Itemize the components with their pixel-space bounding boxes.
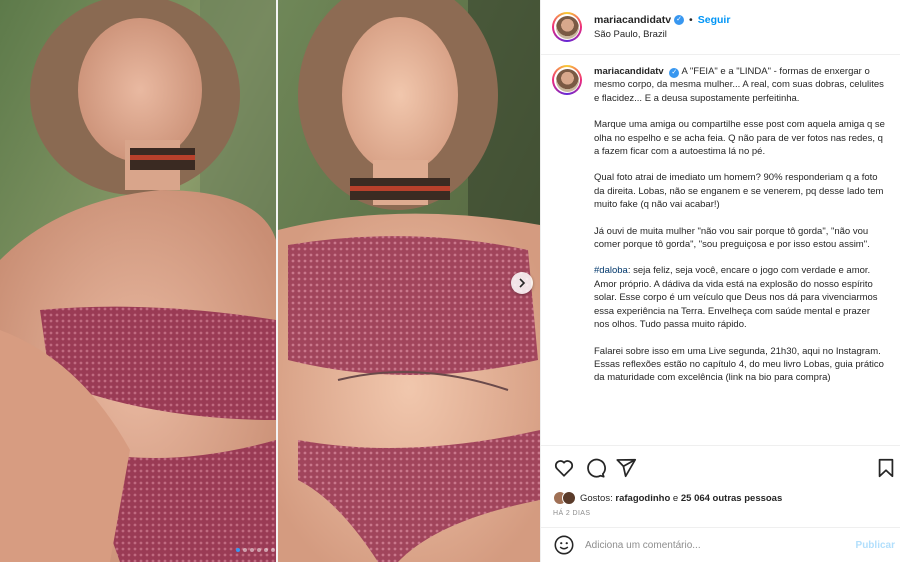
post-header: mariacandidatv ✓ • Seguir São Paulo, Bra… xyxy=(541,0,900,55)
avatar-image xyxy=(555,68,579,92)
action-bar: Gostos: rafagodinho e 25 064 outras pess… xyxy=(541,445,900,517)
verified-badge-icon: ✓ xyxy=(669,68,680,78)
comments-area[interactable]: mariacandidatv ✓ A "FEIA" e a "LINDA" - … xyxy=(541,55,900,445)
carousel-dot xyxy=(264,548,268,552)
avatar-image xyxy=(555,15,579,39)
caption-paragraph-5: : seja feliz, seja você, encare o jogo c… xyxy=(594,265,878,331)
bookmark-icon[interactable] xyxy=(875,457,897,479)
username-link[interactable]: mariacandidatv xyxy=(594,14,671,26)
caption-paragraph: #daloba: seja feliz, seja você, encare o… xyxy=(594,264,886,331)
caption: mariacandidatv ✓ A "FEIA" e a "LINDA" - … xyxy=(552,65,886,398)
comment-input[interactable] xyxy=(585,539,845,551)
caption-paragraph-6: Falarei sobre isso em uma Live segunda, … xyxy=(594,345,884,384)
post-timestamp[interactable]: HÁ 2 DIAS xyxy=(553,510,889,517)
carousel-dot xyxy=(243,548,247,552)
caption-paragraph-3: Qual foto atrai de imediato um homem? 90… xyxy=(594,172,884,211)
heart-icon[interactable] xyxy=(553,457,575,479)
carousel-dot xyxy=(257,548,261,552)
post-side-panel: mariacandidatv ✓ • Seguir São Paulo, Bra… xyxy=(540,0,900,562)
caption-username[interactable]: mariacandidatv xyxy=(594,66,664,77)
verified-badge-icon: ✓ xyxy=(674,15,685,25)
follow-button[interactable]: Seguir xyxy=(698,14,731,26)
photo-right xyxy=(278,0,540,562)
share-icon[interactable] xyxy=(615,457,637,479)
post-media[interactable] xyxy=(0,0,540,562)
caption-paragraph: mariacandidatv ✓ A "FEIA" e a "LINDA" - … xyxy=(594,65,886,105)
separator-dot: • xyxy=(689,14,693,26)
publish-button[interactable]: Publicar xyxy=(856,540,895,551)
comment-composer: Publicar xyxy=(541,527,900,562)
caption-avatar[interactable] xyxy=(552,65,582,95)
comment-icon[interactable] xyxy=(584,457,606,479)
avatar[interactable] xyxy=(552,12,582,42)
likes-others-link[interactable]: 25 064 outras pessoas xyxy=(681,493,782,504)
carousel-indicator xyxy=(236,548,275,552)
carousel-next-button[interactable] xyxy=(511,272,533,294)
chevron-right-icon xyxy=(519,278,526,288)
caption-text: mariacandidatv ✓ A "FEIA" e a "LINDA" - … xyxy=(594,65,886,398)
liker-username[interactable]: rafagodinho xyxy=(615,493,670,504)
photo-left xyxy=(0,0,276,562)
likes-connector: e xyxy=(672,492,679,504)
carousel-dot xyxy=(236,548,240,552)
likes-prefix: Gostos: xyxy=(580,492,613,504)
hashtag-link[interactable]: #daloba xyxy=(594,265,628,276)
emoji-icon[interactable] xyxy=(553,534,575,556)
carousel-dot xyxy=(250,548,254,552)
liker-avatar xyxy=(562,491,576,505)
liker-avatars xyxy=(553,491,576,505)
likes-summary: Gostos: rafagodinho e 25 064 outras pess… xyxy=(553,491,889,505)
carousel-dot xyxy=(271,548,275,552)
caption-paragraph-4: Já ouvi de muita mulher "não vou sair po… xyxy=(594,225,870,251)
caption-paragraph-2: Marque uma amiga ou compartilhe esse pos… xyxy=(594,119,885,158)
location-link[interactable]: São Paulo, Brazil xyxy=(594,29,730,40)
